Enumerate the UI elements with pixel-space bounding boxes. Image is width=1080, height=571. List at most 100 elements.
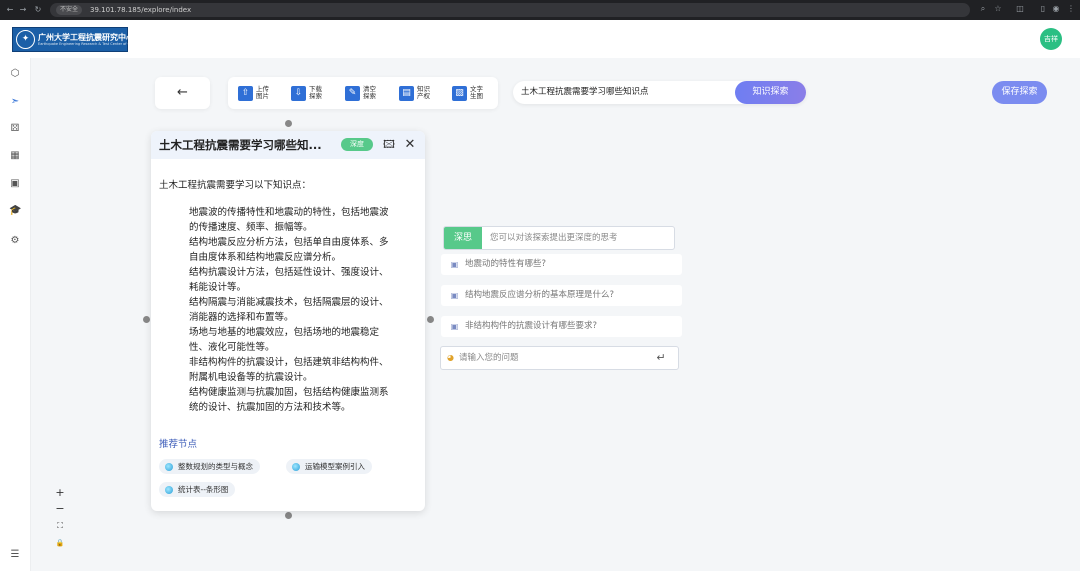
knowledge-point-line: 结构地震反应分析方法，包括单自由度体系、多 bbox=[189, 237, 389, 248]
search-query[interactable]: 土木工程抗震需要学习哪些知识点 bbox=[521, 81, 649, 104]
arrow-left-icon: ← bbox=[177, 85, 188, 100]
tool-button[interactable]: ⇧ 上传图片 bbox=[238, 83, 274, 103]
suggested-question-text: 结构地震反应谱分析的基本原理是什么? bbox=[465, 290, 615, 300]
back-nav-icon[interactable]: ← bbox=[5, 5, 15, 15]
deep-think-row[interactable]: 深思 您可以对该探索提出更深度的思考 bbox=[443, 226, 675, 250]
connector-right-dot[interactable] bbox=[427, 316, 434, 323]
explore-search[interactable]: 土木工程抗震需要学习哪些知识点 知识探索 bbox=[513, 81, 806, 104]
tv-icon[interactable]: ▣ bbox=[9, 178, 21, 190]
card-intro: 土木工程抗震需要学习以下知识点： bbox=[159, 180, 312, 191]
knowledge-point-line: 耗能设计等。 bbox=[189, 282, 247, 293]
settings-gear-icon[interactable]: ⚙ bbox=[9, 235, 21, 247]
knowledge-point-line: 附属机电设备等的抗震设计。 bbox=[189, 372, 313, 383]
cube-icon[interactable]: ⬡ bbox=[9, 68, 21, 80]
zoom-lens-icon[interactable]: ⌕ bbox=[978, 4, 988, 14]
suggested-question[interactable]: ▣ 结构地震反应谱分析的基本原理是什么? bbox=[441, 285, 682, 306]
connector-left-dot[interactable] bbox=[143, 316, 150, 323]
tool-button[interactable]: ✎ 清空探索 bbox=[345, 83, 381, 103]
knowledge-points: 地震波的传播特性和地震动的特性，包括地震波 的传播速度、频率、振幅等。 结构地震反应… bbox=[189, 205, 419, 415]
logo-title: 广州大学工程抗震研究中心 bbox=[38, 32, 134, 42]
grid-icon[interactable]: ▦ bbox=[9, 150, 21, 162]
image-icon[interactable]: 🖾 bbox=[383, 139, 395, 151]
tool-label: 文字生图 bbox=[470, 85, 483, 100]
lock-icon[interactable]: 🔒 bbox=[53, 536, 67, 550]
question-icon: ▣ bbox=[450, 260, 459, 269]
tool-label: 清空探索 bbox=[363, 85, 376, 100]
node-dot-icon bbox=[292, 463, 300, 471]
recommend-chip-label: 统计表--条形图 bbox=[178, 485, 229, 494]
extensions-icon[interactable]: ◫ bbox=[1015, 4, 1025, 14]
knowledge-point-line: 统的设计、抗震加固的方法和技术等。 bbox=[189, 402, 351, 413]
recommend-title: 推荐节点 bbox=[159, 439, 198, 450]
bookmark-star-icon[interactable]: ☆ bbox=[993, 4, 1003, 14]
ask-box[interactable]: ◕ ↵ bbox=[440, 346, 679, 370]
text-to-image-icon: ▨ bbox=[452, 85, 467, 101]
url-text[interactable]: 39.101.78.185/explore/index bbox=[90, 3, 191, 17]
knowledge-point-line: 结构抗震设计方法，包括延性设计、强度设计、 bbox=[189, 267, 389, 278]
deep-think-tag[interactable]: 深思 bbox=[444, 227, 482, 249]
recommend-chip-label: 整数规划的类型与概念 bbox=[178, 462, 253, 471]
zoom-controls: + − ⛶ 🔒 bbox=[53, 486, 67, 550]
back-button[interactable]: ← bbox=[155, 77, 210, 109]
enter-icon[interactable]: ↵ bbox=[653, 350, 669, 366]
tool-label: 知识产权 bbox=[417, 85, 430, 100]
tool-button[interactable]: ▤ 知识产权 bbox=[399, 83, 435, 103]
question-input[interactable] bbox=[459, 349, 649, 367]
logo[interactable]: ✦ 广州大学工程抗震研究中心 Earthquake Engineering Re… bbox=[12, 27, 166, 52]
forward-nav-icon[interactable]: → bbox=[18, 5, 28, 15]
knowledge-point-line: 结构健康监测与抗震加固，包括结构健康监测系 bbox=[189, 387, 389, 398]
recommend-chip[interactable]: 运输模型案例引入 bbox=[286, 459, 372, 474]
card-header: 土木工程抗震需要学习哪些知... 深度 🖾 ✕ bbox=[151, 131, 425, 159]
question-icon: ▣ bbox=[450, 322, 459, 331]
question-icon: ▣ bbox=[450, 291, 459, 300]
toolbar: ⇧ 上传图片 ⇩ 下载探索 ✎ 清空探索 ▤ 知识产权 ▨ 文字生图 bbox=[228, 77, 498, 109]
node-dot-icon bbox=[165, 463, 173, 471]
close-icon[interactable]: ✕ bbox=[404, 138, 416, 152]
tool-label: 下载探索 bbox=[309, 85, 322, 100]
upload-image-icon: ⇧ bbox=[238, 85, 253, 101]
connector-top-dot[interactable] bbox=[285, 120, 292, 127]
recommend-chip-label: 运输模型案例引入 bbox=[305, 462, 365, 471]
collapse-menu-icon[interactable]: ☰ bbox=[9, 549, 21, 561]
profile-icon[interactable]: ◉ bbox=[1051, 4, 1061, 14]
sidepanel-icon[interactable]: ▯ bbox=[1038, 4, 1048, 14]
fit-view-icon[interactable]: ⛶ bbox=[53, 519, 67, 533]
app-header: ✦ 广州大学工程抗震研究中心 Earthquake Engineering Re… bbox=[0, 20, 1080, 58]
avatar[interactable]: 吉祥 bbox=[1040, 28, 1062, 50]
document-icon: ▤ bbox=[399, 85, 414, 101]
connector-bottom-dot[interactable] bbox=[285, 512, 292, 519]
knowledge-explore-button[interactable]: 知识探索 bbox=[735, 81, 806, 104]
knowledge-point-line: 结构隔震与消能减震技术，包括隔震层的设计、 bbox=[189, 297, 389, 308]
seal-icon: ✦ bbox=[16, 30, 35, 49]
dice-icon[interactable]: ⚄ bbox=[9, 123, 21, 135]
tool-button[interactable]: ⇩ 下载探索 bbox=[291, 83, 327, 103]
sidebar: ⬡ ➣ ⚄ ▦ ▣ 🎓 ⚙ ☰ bbox=[0, 58, 31, 571]
knowledge-point-line: 自由度体系和结构地震反应谱分析。 bbox=[189, 252, 342, 263]
tool-button[interactable]: ▨ 文字生图 bbox=[452, 83, 488, 103]
menu-dots-icon[interactable]: ⋮ bbox=[1066, 4, 1076, 14]
knowledge-point-line: 场地与地基的地震效应，包括场地的地震稳定 bbox=[189, 327, 380, 338]
depth-tag[interactable]: 深度 bbox=[341, 138, 373, 151]
recommend-chip[interactable]: 整数规划的类型与概念 bbox=[159, 459, 260, 474]
browser-chrome: ← → ↻ 不安全 39.101.78.185/explore/index ⌕ … bbox=[0, 0, 1080, 20]
knowledge-point-line: 性、液化可能性等。 bbox=[189, 342, 275, 353]
zoom-out-icon[interactable]: − bbox=[53, 502, 67, 516]
knowledge-point-line: 地震波的传播特性和地震动的特性，包括地震波 bbox=[189, 207, 389, 218]
suggested-question-text: 非结构构件的抗震设计有哪些要求? bbox=[465, 321, 598, 331]
zoom-in-icon[interactable]: + bbox=[53, 486, 67, 500]
explore-icon[interactable]: ➣ bbox=[9, 96, 21, 108]
logo-subtitle: Earthquake Engineering Research & Test C… bbox=[38, 41, 167, 46]
bulb-icon: ◕ bbox=[447, 353, 454, 362]
recommend-chip[interactable]: 统计表--条形图 bbox=[159, 482, 236, 497]
security-badge[interactable]: 不安全 bbox=[56, 5, 83, 15]
knowledge-point-line: 非结构构件的抗震设计，包括建筑非结构构件、 bbox=[189, 357, 389, 368]
graduation-cap-icon[interactable]: 🎓 bbox=[9, 205, 21, 217]
suggested-question[interactable]: ▣ 地震动的特性有哪些? bbox=[441, 254, 682, 275]
card-title: 土木工程抗震需要学习哪些知... bbox=[159, 138, 322, 152]
suggested-question[interactable]: ▣ 非结构构件的抗震设计有哪些要求? bbox=[441, 316, 682, 337]
knowledge-card: 土木工程抗震需要学习哪些知... 深度 🖾 ✕ 土木工程抗震需要学习以下知识点：… bbox=[151, 131, 425, 511]
reload-icon[interactable]: ↻ bbox=[33, 5, 43, 15]
knowledge-point-line: 消能器的选择和布置等。 bbox=[189, 312, 294, 323]
save-explore-button[interactable]: 保存探索 bbox=[992, 81, 1047, 104]
address-bar[interactable]: 不安全 39.101.78.185/explore/index bbox=[50, 3, 970, 17]
